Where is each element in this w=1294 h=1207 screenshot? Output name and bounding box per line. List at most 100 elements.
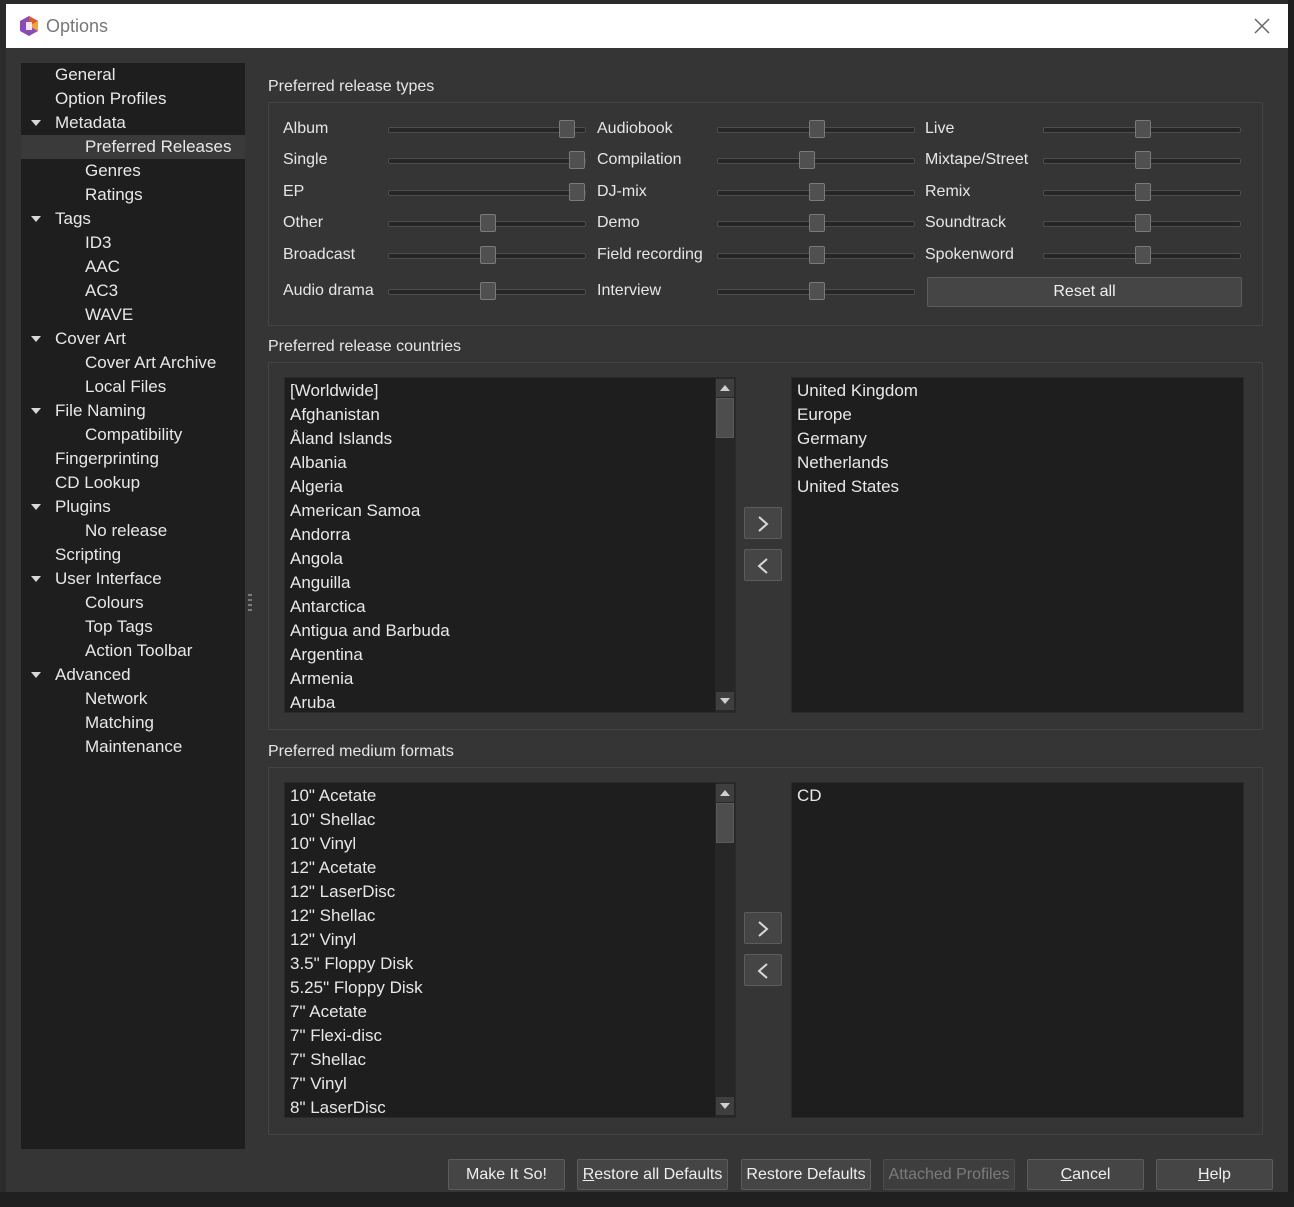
slider-handle[interactable] [809,246,825,264]
expand-arrow-icon[interactable] [31,216,41,222]
countries-scrollbar[interactable] [715,378,735,712]
sidebar-item[interactable]: General [21,63,245,87]
slider-handle[interactable] [480,214,496,232]
make-it-so-button[interactable]: Make It So! [448,1159,565,1190]
list-item[interactable]: Germany [792,427,1237,451]
add-format-button[interactable] [744,912,782,944]
list-item[interactable]: [Worldwide] [285,379,713,403]
sidebar-item[interactable]: Network [21,687,245,711]
sidebar-item[interactable]: Plugins [21,495,245,519]
slider-handle[interactable] [569,183,586,201]
list-item[interactable]: United Kingdom [792,379,1237,403]
release-type-slider[interactable] [1043,213,1241,233]
cancel-button[interactable]: Cancel [1027,1159,1144,1190]
restore-defaults-button[interactable]: Restore Defaults [741,1159,871,1190]
release-type-slider[interactable] [1043,150,1241,170]
slider-handle[interactable] [799,151,816,169]
sidebar-item[interactable]: Fingerprinting [21,447,245,471]
scroll-down-button[interactable] [716,1097,734,1115]
slider-handle[interactable] [1135,151,1151,169]
sidebar-item[interactable]: AAC [21,255,245,279]
close-icon[interactable] [1248,12,1276,40]
release-type-slider[interactable] [1043,182,1241,202]
release-type-slider[interactable] [717,182,915,202]
sidebar-item[interactable]: File Naming [21,399,245,423]
list-item[interactable]: American Samoa [285,499,713,523]
sidebar-item[interactable]: Ratings [21,183,245,207]
expand-arrow-icon[interactable] [31,576,41,582]
list-item[interactable]: 7" Vinyl [285,1072,713,1096]
sidebar-item[interactable]: No release [21,519,245,543]
sidebar-item[interactable]: Option Profiles [21,87,245,111]
release-type-slider[interactable] [717,281,915,301]
list-item[interactable]: Åland Islands [285,427,713,451]
add-country-button[interactable] [744,507,782,539]
list-item[interactable]: Albania [285,451,713,475]
remove-format-button[interactable] [744,954,782,986]
sidebar-item[interactable]: Action Toolbar [21,639,245,663]
list-item[interactable]: United States [792,475,1237,499]
sidebar-item[interactable]: Colours [21,591,245,615]
available-formats-list[interactable]: 10" Acetate 10" Shellac 10" Vinyl 12" Aceta… [284,782,736,1118]
sidebar-item[interactable]: Maintenance [21,735,245,759]
sidebar-item[interactable]: Scripting [21,543,245,567]
list-item[interactable]: 10" Vinyl [285,832,713,856]
expand-arrow-icon[interactable] [31,408,41,414]
slider-handle[interactable] [480,246,496,264]
slider-handle[interactable] [809,214,825,232]
list-item[interactable]: Netherlands [792,451,1237,475]
sidebar-item[interactable]: Metadata [21,111,245,135]
release-type-slider[interactable] [717,213,915,233]
expand-arrow-icon[interactable] [31,504,41,510]
selected-countries-list[interactable]: United Kingdom Europe Germany Netherlands Un… [791,377,1244,713]
slider-handle[interactable] [1135,120,1151,138]
slider-handle[interactable] [1135,183,1151,201]
release-type-slider[interactable] [717,150,915,170]
formats-scrollbar[interactable] [715,783,735,1117]
slider-handle[interactable] [1135,214,1151,232]
scroll-up-button[interactable] [716,379,734,397]
list-item[interactable]: Angola [285,547,713,571]
restore-all-defaults-button[interactable]: Restore all Defaults [577,1159,728,1190]
list-item[interactable]: Antigua and Barbuda [285,619,713,643]
scroll-up-button[interactable] [716,784,734,802]
sidebar-item[interactable]: Tags [21,207,245,231]
release-type-slider[interactable] [388,213,586,233]
reset-all-button[interactable]: Reset all [927,277,1242,307]
list-item[interactable]: Anguilla [285,571,713,595]
available-countries-list[interactable]: [Worldwide] Afghanistan Åland Islands Alban… [284,377,736,713]
list-item[interactable]: 7" Shellac [285,1048,713,1072]
list-item[interactable]: 12" Shellac [285,904,713,928]
slider-handle[interactable] [480,282,496,300]
list-item[interactable]: 7" Acetate [285,1000,713,1024]
release-type-slider[interactable] [717,119,915,139]
release-type-slider[interactable] [717,245,915,265]
list-item[interactable]: 7" Flexi-disc [285,1024,713,1048]
expand-arrow-icon[interactable] [31,336,41,342]
list-item[interactable]: Aruba [285,691,713,712]
list-item[interactable]: 10" Shellac [285,808,713,832]
release-type-slider[interactable] [388,281,586,301]
list-item[interactable]: 5.25" Floppy Disk [285,976,713,1000]
sidebar-item[interactable]: WAVE [21,303,245,327]
list-item[interactable]: 12" Acetate [285,856,713,880]
sidebar-item[interactable]: Cover Art Archive [21,351,245,375]
help-button[interactable]: Help [1156,1159,1273,1190]
sidebar-item[interactable]: Local Files [21,375,245,399]
release-type-slider[interactable] [388,119,586,139]
list-item[interactable]: Argentina [285,643,713,667]
expand-arrow-icon[interactable] [31,120,41,126]
splitter-handle[interactable] [248,594,252,622]
list-item[interactable]: 8" LaserDisc [285,1096,713,1117]
release-type-slider[interactable] [388,150,586,170]
scroll-thumb[interactable] [716,803,734,843]
release-type-slider[interactable] [1043,245,1241,265]
sidebar-item[interactable]: Advanced [21,663,245,687]
list-item[interactable]: CD [792,784,1237,808]
slider-handle[interactable] [569,151,586,169]
sidebar-item[interactable]: AC3 [21,279,245,303]
slider-handle[interactable] [1135,246,1151,264]
list-item[interactable]: Afghanistan [285,403,713,427]
slider-handle[interactable] [809,183,825,201]
list-item[interactable]: Europe [792,403,1237,427]
